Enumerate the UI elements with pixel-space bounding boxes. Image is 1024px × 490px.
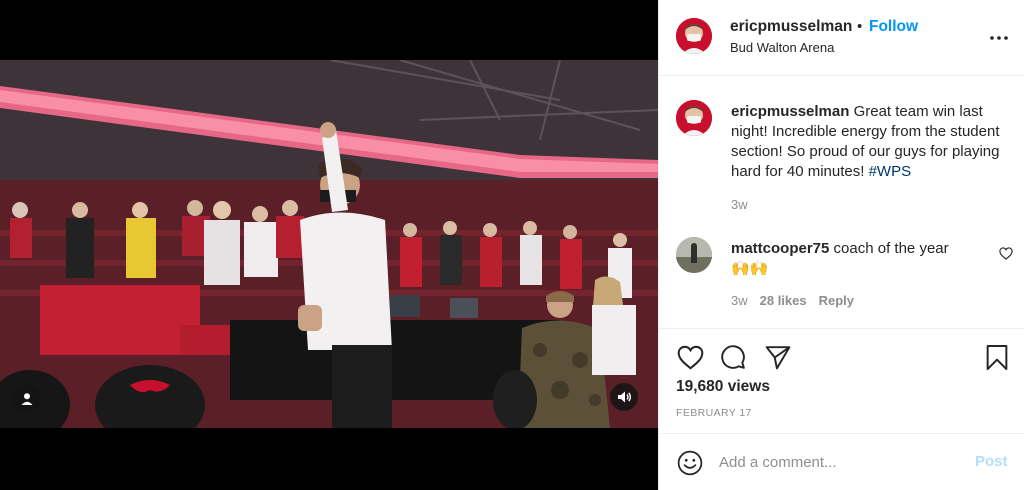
post-author-username[interactable]: ericpmusselman bbox=[730, 18, 852, 36]
sound-toggle-button[interactable] bbox=[610, 383, 638, 411]
separator-dot: • bbox=[857, 18, 863, 35]
comment-input[interactable] bbox=[719, 450, 969, 474]
more-options-button[interactable] bbox=[987, 28, 1011, 48]
avatar[interactable] bbox=[676, 100, 712, 136]
emoji-button[interactable] bbox=[675, 448, 705, 478]
caption-hashtag[interactable]: #WPS bbox=[869, 163, 912, 180]
comment-bubble-icon bbox=[721, 345, 745, 369]
avatar-image bbox=[676, 18, 712, 54]
post-date[interactable]: FEBRUARY 17 bbox=[676, 407, 752, 419]
caption-text: ericpmusselman Great team win last night… bbox=[731, 102, 1011, 182]
avatar-image bbox=[676, 100, 712, 136]
caption-timestamp[interactable]: 3w bbox=[731, 197, 748, 212]
user-tag-button[interactable] bbox=[13, 385, 41, 413]
comment-body: coach of the year bbox=[833, 240, 949, 257]
post-actions: 19,680 views FEBRUARY 17 bbox=[659, 328, 1024, 433]
comment-button[interactable] bbox=[718, 342, 748, 372]
comment-emoji: 🙌🙌 bbox=[731, 260, 769, 277]
comment-like-button[interactable] bbox=[999, 247, 1013, 265]
post-comment-button[interactable]: Post bbox=[975, 453, 1008, 470]
bookmark-icon bbox=[986, 344, 1008, 370]
caption-username[interactable]: ericpmusselman bbox=[731, 103, 849, 120]
smiley-icon bbox=[677, 450, 703, 476]
speaker-icon bbox=[617, 391, 631, 403]
like-button[interactable] bbox=[675, 342, 705, 372]
comment-text: mattcooper75 coach of the year 🙌🙌 bbox=[731, 239, 981, 279]
user-tag-icon bbox=[21, 393, 33, 405]
save-button[interactable] bbox=[982, 342, 1012, 372]
avatar[interactable] bbox=[676, 237, 712, 273]
video-frame bbox=[0, 60, 658, 428]
comment-meta: 3w 28 likes Reply bbox=[731, 293, 854, 308]
post-header: ericpmusselman • Follow Bud Walton Arena bbox=[659, 0, 1024, 76]
heart-icon bbox=[999, 247, 1013, 260]
follow-button[interactable]: Follow bbox=[869, 18, 918, 36]
post-location[interactable]: Bud Walton Arena bbox=[730, 40, 834, 55]
post-media bbox=[0, 0, 658, 490]
view-count[interactable]: 19,680 views bbox=[676, 378, 770, 396]
comment-timestamp[interactable]: 3w bbox=[731, 293, 748, 308]
comment-likes[interactable]: 28 likes bbox=[760, 293, 807, 308]
heart-icon bbox=[677, 345, 703, 369]
more-options-icon bbox=[990, 36, 1008, 40]
add-comment-bar: Post bbox=[659, 433, 1024, 490]
reply-button[interactable]: Reply bbox=[819, 293, 854, 308]
comment-username[interactable]: mattcooper75 bbox=[731, 240, 829, 257]
avatar-image bbox=[676, 237, 712, 273]
video-player[interactable] bbox=[0, 60, 658, 428]
avatar[interactable] bbox=[676, 18, 712, 54]
post-side-panel: ericpmusselman • Follow Bud Walton Arena… bbox=[658, 0, 1024, 490]
paper-plane-icon bbox=[765, 345, 791, 369]
share-button[interactable] bbox=[763, 342, 793, 372]
